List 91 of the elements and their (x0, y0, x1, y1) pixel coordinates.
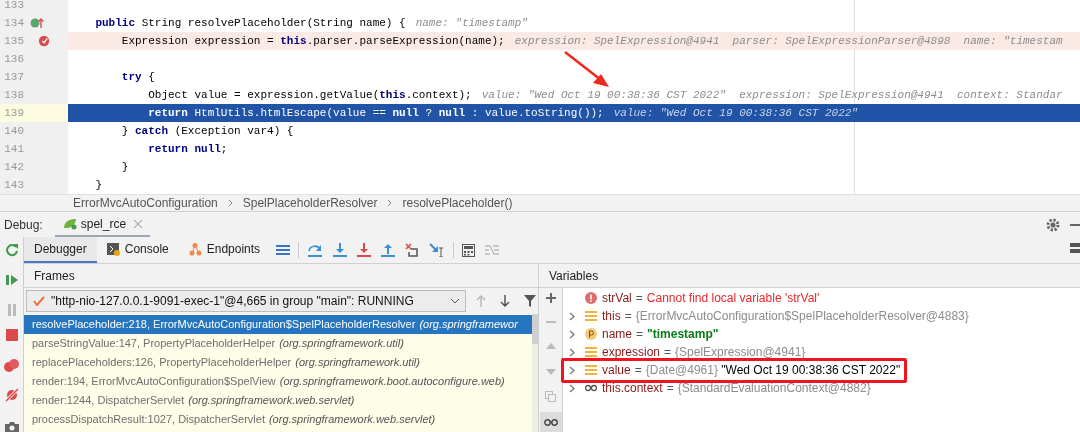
rerun-icon[interactable] (4, 243, 19, 257)
line-number: 143 (3, 177, 24, 193)
frame-item[interactable]: render:194, ErrorMvcAutoConfiguration$SpelView (org.springframework.boot.autoconfigure.web) (24, 372, 532, 391)
code-line: return null; (148, 141, 228, 157)
code-line: Expression expression = this.parser.parseExpression(name); (121, 33, 505, 49)
glasses-icon (585, 382, 597, 394)
breadcrumb-item[interactable]: resolvePlaceholder() (402, 194, 513, 212)
breakpoints-icon[interactable] (3, 359, 20, 373)
panel-title: Variables (549, 267, 599, 285)
trace-icon[interactable] (485, 244, 500, 256)
variable-entry[interactable]: strVal = Cannot find local variable 'strVal' (602, 289, 820, 307)
filter-icon[interactable] (524, 295, 536, 307)
copy-icon[interactable] (545, 391, 556, 402)
line-number: 133 (3, 0, 24, 13)
variable-entry[interactable]: expression = {SpelExpression@4941} (602, 343, 806, 361)
variable-entry[interactable]: value = {Date@4961} "Wed Oct 19 00:38:36 CST 2022" (602, 361, 901, 379)
field-icon (585, 364, 597, 376)
code-line: public String resolvePlaceholder(String name) { (95, 15, 406, 31)
tab[interactable]: Endpoints (178, 237, 271, 263)
frame-item[interactable]: replacePlaceholders:126, PropertyPlaceholderHelper (org.springframework.util) (24, 353, 532, 372)
console-icon (106, 242, 120, 256)
line-number: 136 (3, 51, 24, 67)
watches-toggle[interactable] (539, 412, 562, 432)
code-line: try { (121, 69, 155, 85)
glasses-icon (543, 418, 558, 426)
move-up-icon[interactable] (545, 343, 556, 349)
line-number: 141 (3, 141, 24, 157)
inline-value-hint: expression: SpelExpression@4941 parser: SpelExpressionParser@4898 name: "timestam (514, 33, 1063, 49)
line-number: 140 (3, 123, 24, 139)
resume-icon[interactable] (4, 273, 19, 287)
annotation-arrow (563, 50, 611, 88)
mute-breakpoints-icon[interactable] (3, 387, 20, 403)
check-icon (33, 296, 45, 306)
layout-icon[interactable] (1070, 243, 1080, 255)
stop-icon[interactable] (5, 329, 18, 341)
line-number: 137 (3, 69, 24, 85)
breadcrumb-item[interactable]: ErrorMvcAutoConfiguration (73, 194, 218, 212)
code-line: } catch (Exception var4) { (121, 123, 294, 139)
layout-list-icon[interactable] (276, 244, 291, 256)
tab[interactable]: Console (96, 237, 179, 263)
line-number: 139 (3, 105, 24, 121)
code-line: } (95, 177, 102, 193)
frame-item[interactable]: parseStringValue:147, PropertyPlaceholderHelper (org.springframework.util) (24, 334, 532, 353)
code-line: return HtmlUtils.htmlEscape(value == null ? null : value.toString()); (148, 105, 604, 121)
inline-value-hint: name: "timestamp" (415, 15, 528, 31)
close-icon (134, 219, 143, 228)
thread-dropdown[interactable]: "http-nio-127.0.0.1-9091-exec-1"@4,665 in group "main": RUNNING (26, 290, 466, 312)
spring-leaf-icon (62, 217, 77, 230)
chevron-right-icon (227, 199, 233, 207)
variable-entry[interactable]: this.context = {StandardEvaluationContext@4882} (602, 379, 871, 397)
run-to-cursor-icon[interactable] (429, 243, 446, 257)
frame-item[interactable]: render:1244, DispatcherServlet (org.springframework.web.servlet) (24, 391, 532, 410)
calculator-icon[interactable] (462, 243, 476, 257)
camera-icon[interactable] (4, 421, 19, 432)
chevron-right-icon (387, 199, 393, 207)
code-line: Object value = expression.getValue(this.context); (148, 87, 472, 103)
code-line: } (121, 159, 129, 175)
variable-entry[interactable]: name = "timestamp" (602, 325, 719, 343)
add-icon[interactable] (545, 293, 556, 303)
variable-entry[interactable]: this = {ErrorMvcAutoConfiguration$SpelPlaceholderResolver@4883} (602, 307, 969, 325)
error-icon (585, 292, 597, 304)
tab[interactable]: Debugger (24, 237, 97, 263)
line-number: 134 (3, 15, 24, 31)
down-arrow-icon[interactable] (500, 295, 510, 307)
debug-label: Debug: (4, 216, 43, 234)
inline-value-hint: value: "Wed Oct 19 00:38:36 CST 2022" expression: SpelExpression@4941 context: Standar (481, 87, 1063, 103)
override-icon (30, 17, 44, 29)
step-out-icon[interactable] (381, 243, 396, 257)
frame-item[interactable]: resolvePlaceholder:218, ErrorMvcAutoConfiguration$SpelPlaceholderResolver (org.springframewor (24, 315, 532, 334)
dropdown-caret-icon (451, 298, 459, 304)
line-number: 138 (3, 87, 24, 103)
force-step-into-icon[interactable] (357, 243, 372, 257)
line-number: 142 (3, 159, 24, 175)
panel-title: Frames (34, 267, 75, 285)
endpoints-icon (188, 242, 202, 256)
pause-icon[interactable] (5, 303, 18, 317)
field-icon (585, 310, 597, 322)
step-over-icon[interactable] (307, 243, 324, 257)
move-down-icon[interactable] (545, 369, 556, 375)
line-number: 135 (3, 33, 24, 49)
settings-icon[interactable] (1046, 218, 1060, 232)
breadcrumb-item[interactable]: SpelPlaceholderResolver (242, 194, 378, 212)
drop-frame-icon[interactable] (405, 243, 420, 257)
field-icon (585, 346, 597, 358)
step-into-icon[interactable] (333, 243, 348, 257)
parameter-icon (585, 328, 597, 340)
up-arrow-icon[interactable] (476, 295, 486, 307)
scrollbar-thumb[interactable] (532, 314, 538, 344)
breakpoint-icon (38, 34, 50, 48)
inline-value-hint: value: "Wed Oct 19 00:38:36 CST 2022" (613, 105, 858, 121)
frame-item[interactable]: processDispatchResult:1027, DispatcherServlet (org.springframework.web.servlet) (24, 410, 532, 429)
